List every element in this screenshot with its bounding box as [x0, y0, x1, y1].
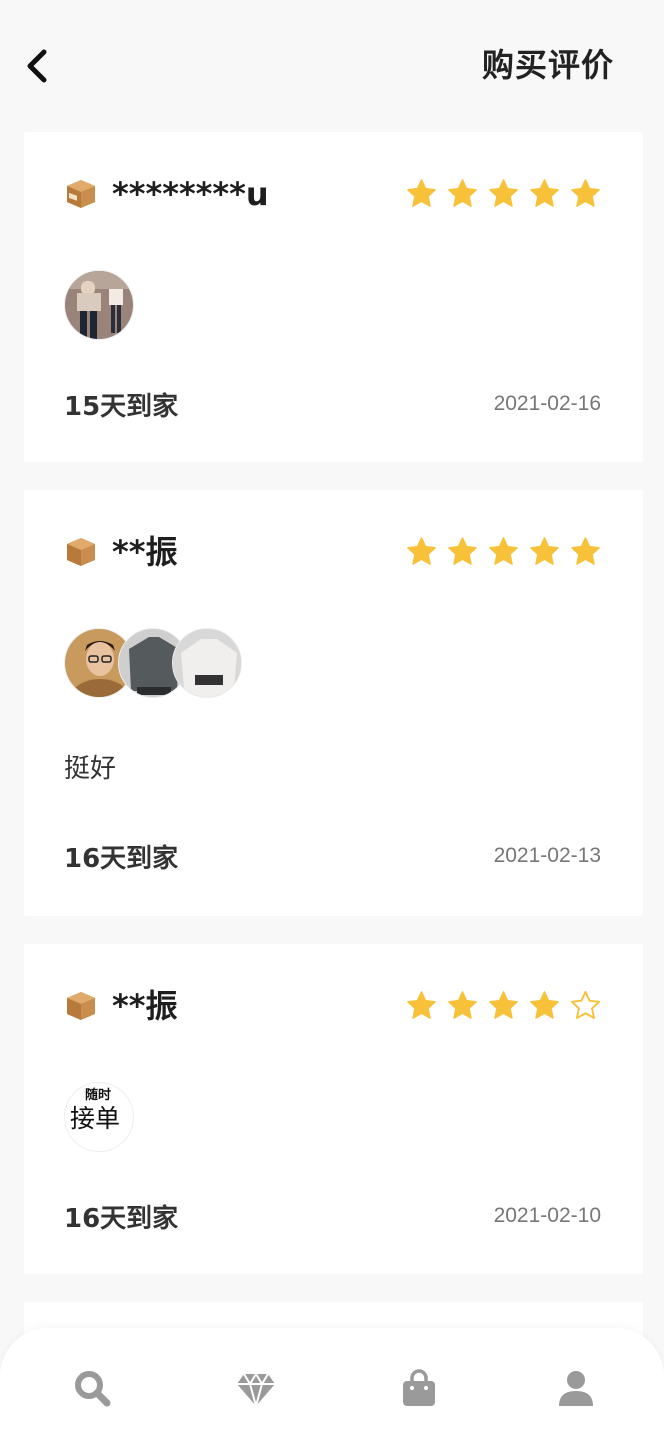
- review-photos: [64, 270, 134, 340]
- rating-stars: [406, 536, 601, 567]
- star-filled-icon: [489, 537, 518, 565]
- chevron-left-icon: [27, 49, 47, 83]
- review-card: **振 随时 接单 16天到家 2021-02-10: [24, 944, 643, 1274]
- package-icon: [67, 180, 95, 208]
- reviewer-name: **振: [112, 987, 178, 1025]
- tab-profile[interactable]: [556, 1368, 596, 1408]
- star-filled-icon: [489, 991, 518, 1019]
- delivery-time: 15天到家: [64, 392, 179, 422]
- rating-stars: [406, 178, 601, 209]
- star-filled-icon: [571, 179, 600, 207]
- header: 购买评价: [0, 0, 664, 130]
- star-filled-icon: [448, 179, 477, 207]
- star-filled-icon: [530, 991, 559, 1019]
- review-photo[interactable]: [172, 628, 242, 698]
- shopping-bag-icon: [403, 1369, 435, 1406]
- review-photos: 随时 接单: [64, 1082, 134, 1152]
- review-header: **振: [64, 532, 177, 572]
- star-filled-icon: [530, 179, 559, 207]
- photo-caption-big: 接单: [70, 1104, 121, 1133]
- rating-stars: [406, 990, 601, 1021]
- review-header: ********u: [64, 174, 269, 214]
- diamond-icon: [237, 1372, 275, 1410]
- review-card: ********u 15天到家 2021-02-16: [24, 132, 643, 462]
- star-filled-icon: [407, 537, 436, 565]
- star-empty-icon: [570, 990, 601, 1020]
- review-date: 2021-02-13: [493, 844, 601, 867]
- review-header: **振: [64, 986, 177, 1026]
- tab-bar: [0, 1328, 664, 1450]
- review-date: 2021-02-10: [493, 1204, 601, 1227]
- review-comment: 挺好: [64, 754, 117, 784]
- review-date: 2021-02-16: [493, 392, 601, 415]
- star-filled-icon: [407, 179, 436, 207]
- package-icon: [67, 538, 95, 566]
- tab-search[interactable]: [72, 1368, 112, 1408]
- tab-bag[interactable]: [399, 1368, 439, 1408]
- review-photo[interactable]: [64, 270, 134, 340]
- search-icon: [75, 1371, 111, 1407]
- star-filled-icon: [571, 537, 600, 565]
- delivery-time: 16天到家: [64, 844, 179, 874]
- star-filled-icon: [407, 991, 436, 1019]
- delivery-time: 16天到家: [64, 1204, 179, 1234]
- user-icon: [559, 1371, 593, 1406]
- back-button[interactable]: [22, 46, 52, 86]
- star-filled-icon: [448, 537, 477, 565]
- reviewer-name: **振: [112, 533, 178, 571]
- review-card: **振 挺好 16天到家 2021-02-13: [24, 490, 643, 916]
- star-filled-icon: [530, 537, 559, 565]
- tab-diamond[interactable]: [236, 1368, 276, 1410]
- star-filled-icon: [489, 179, 518, 207]
- reviewer-name: ********u: [112, 175, 269, 213]
- review-photos: [64, 628, 242, 698]
- package-icon: [67, 992, 95, 1020]
- page: 购买评价 ********u 15天到家 2021-02-16 **振 挺好 1…: [0, 0, 664, 1450]
- review-photo[interactable]: 随时 接单: [64, 1082, 134, 1152]
- star-filled-icon: [448, 991, 477, 1019]
- page-title: 购买评价: [481, 46, 614, 84]
